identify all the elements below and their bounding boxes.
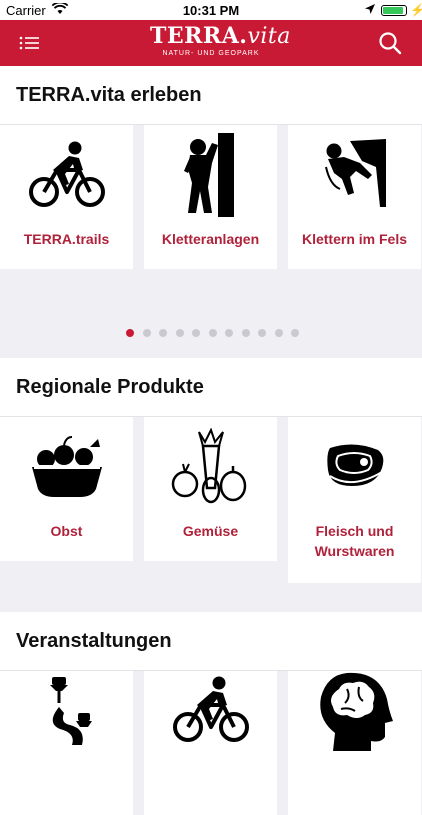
page-dot[interactable] xyxy=(192,329,200,337)
page-dot[interactable] xyxy=(274,329,283,337)
logo-brand-suffix: vita xyxy=(247,24,291,49)
card-label: Klettern im Fels xyxy=(301,231,408,247)
card-cycling[interactable] xyxy=(144,671,277,815)
battery-icon xyxy=(381,5,407,16)
card-klettern-im-fels[interactable]: Klettern im Fels xyxy=(288,125,421,269)
rock-climber-icon xyxy=(288,133,421,217)
terra-vita-logo: TERRA.vita NATUR- UND GEOPARK xyxy=(150,23,290,62)
category-carousel[interactable]: TERRA.trails Kletteranlagen Klettern im … xyxy=(0,125,422,355)
card-label: Kletteranlagen xyxy=(161,231,260,247)
charging-icon: ⚡ xyxy=(410,3,422,17)
section-header: Veranstaltungen xyxy=(0,612,422,671)
search-icon xyxy=(379,32,402,55)
card-label: Fleisch und Wurstwaren xyxy=(314,523,395,559)
section-title: Regionale Produkte xyxy=(16,376,204,398)
nav-bar: TERRA.vita NATUR- UND GEOPARK xyxy=(0,20,422,66)
card-label: TERRA.trails xyxy=(23,231,110,247)
page-dot[interactable] xyxy=(159,329,167,337)
section-title: TERRA.vita erleben xyxy=(16,84,202,106)
category-carousel[interactable] xyxy=(0,671,422,815)
location-arrow-icon xyxy=(364,3,376,18)
page-dot[interactable] xyxy=(241,329,250,337)
logo-brand: TERRA. xyxy=(150,23,248,49)
section-veranstaltungen: Veranstaltungen xyxy=(0,612,422,815)
battery-level xyxy=(383,7,403,14)
logo-subtitle: NATUR- UND GEOPARK xyxy=(162,50,260,57)
vegetables-icon xyxy=(144,425,277,509)
page-dot[interactable] xyxy=(258,329,266,337)
section-title: Veranstaltungen xyxy=(16,630,172,652)
page-dot[interactable] xyxy=(225,329,233,337)
card-brain[interactable] xyxy=(288,671,421,815)
status-bar: Carrier 10:31 PM ⚡ xyxy=(0,0,422,20)
card-route[interactable] xyxy=(0,671,133,815)
fruit-basket-icon xyxy=(0,425,133,509)
card-terra-trails[interactable]: TERRA.trails xyxy=(0,125,133,269)
menu-button[interactable] xyxy=(18,32,42,54)
section-header: Regionale Produkte xyxy=(0,358,422,417)
card-obst[interactable]: Obst xyxy=(0,417,133,561)
status-time: 10:31 PM xyxy=(182,3,240,18)
card-fleisch-und-wurstwaren[interactable]: Fleisch und Wurstwaren xyxy=(288,417,421,583)
page-dot[interactable] xyxy=(291,329,299,337)
card-label: Gemüse xyxy=(182,523,239,539)
page-dot[interactable] xyxy=(142,329,151,337)
section-header: TERRA.vita erleben xyxy=(0,66,422,125)
search-button[interactable] xyxy=(378,31,402,55)
route-pins-icon xyxy=(0,673,133,757)
list-menu-icon xyxy=(19,36,39,50)
cyclist-icon xyxy=(144,675,277,759)
page-dot[interactable] xyxy=(208,329,217,337)
section-terra-vita-erleben: TERRA.vita erleben TERRA.trails Klettera… xyxy=(0,66,422,355)
card-gemuese[interactable]: Gemüse xyxy=(144,417,277,561)
card-label: Obst xyxy=(50,523,83,539)
cyclist-icon xyxy=(0,133,133,217)
page-dot[interactable] xyxy=(175,329,184,337)
brain-head-icon xyxy=(288,671,421,755)
page-dot[interactable] xyxy=(126,329,134,337)
climbing-wall-icon xyxy=(144,133,277,217)
meat-icon xyxy=(288,425,421,509)
card-kletteranlagen[interactable]: Kletteranlagen xyxy=(144,125,277,269)
